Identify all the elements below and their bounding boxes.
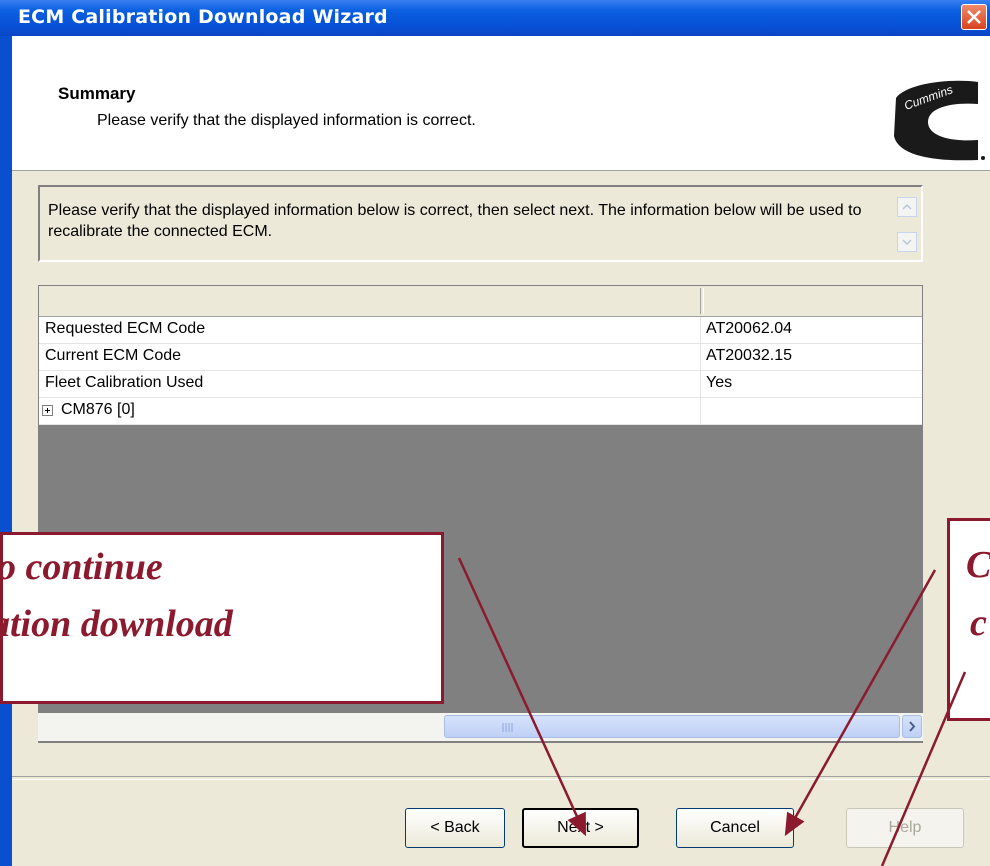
page-title: Summary bbox=[58, 84, 136, 103]
help-button: Help bbox=[846, 808, 964, 848]
scrollbar-thumb[interactable] bbox=[444, 715, 900, 738]
row-value: AT20062.04 bbox=[706, 320, 792, 337]
callout-line-2: ation download bbox=[0, 603, 233, 645]
row-label: CM876 [0] bbox=[61, 401, 135, 418]
row-label: Current ECM Code bbox=[45, 347, 182, 364]
wizard-window: ECM Calibration Download Wizard Summary … bbox=[0, 0, 990, 866]
back-button[interactable]: < Back bbox=[405, 808, 505, 848]
wizard-header: Summary Please verify that the displayed… bbox=[12, 36, 990, 171]
horizontal-scrollbar[interactable] bbox=[38, 713, 923, 741]
chevron-up-icon bbox=[902, 203, 912, 210]
scroll-up-button[interactable] bbox=[897, 197, 917, 217]
grid-row-expandable[interactable]: CM876 [0] bbox=[39, 398, 922, 425]
column-separator[interactable] bbox=[700, 288, 704, 314]
row-label: Requested ECM Code bbox=[45, 320, 206, 337]
cummins-logo: Cummins bbox=[894, 80, 985, 161]
expand-plus-icon[interactable] bbox=[42, 405, 53, 416]
title-bar[interactable]: ECM Calibration Download Wizard bbox=[0, 0, 990, 36]
next-button[interactable]: Next > bbox=[522, 808, 639, 848]
close-button[interactable] bbox=[961, 4, 987, 30]
scroll-right-button[interactable] bbox=[902, 715, 922, 738]
callout-next-annotation: o continue ation download bbox=[0, 532, 444, 704]
callout-line-1: o continue bbox=[0, 546, 163, 588]
window-title: ECM Calibration Download Wizard bbox=[18, 6, 388, 28]
row-value: Yes bbox=[706, 374, 733, 391]
row-label: Fleet Calibration Used bbox=[45, 374, 204, 391]
chevron-right-icon bbox=[909, 721, 916, 732]
grid-row[interactable]: Requested ECM Code AT20062.04 bbox=[39, 317, 922, 344]
close-icon bbox=[967, 10, 981, 24]
grid-header bbox=[39, 286, 922, 317]
cancel-button[interactable]: Cancel bbox=[676, 808, 794, 848]
grid-row[interactable]: Current ECM Code AT20032.15 bbox=[39, 344, 922, 371]
callout-line-2: c bbox=[970, 602, 987, 644]
info-text: Please verify that the displayed informa… bbox=[48, 202, 862, 240]
info-textbox[interactable]: Please verify that the displayed informa… bbox=[38, 185, 923, 262]
scroll-down-button[interactable] bbox=[897, 232, 917, 252]
chevron-down-icon bbox=[902, 239, 912, 246]
grip-icon bbox=[502, 723, 513, 732]
row-value: AT20032.15 bbox=[706, 347, 792, 364]
window-border bbox=[0, 36, 12, 866]
footer-divider bbox=[12, 776, 990, 780]
callout-line-1: C bbox=[966, 544, 990, 586]
callout-cancel-annotation: C c bbox=[947, 518, 990, 721]
grid-row[interactable]: Fleet Calibration Used Yes bbox=[39, 371, 922, 398]
page-subtitle: Please verify that the displayed informa… bbox=[97, 112, 476, 129]
